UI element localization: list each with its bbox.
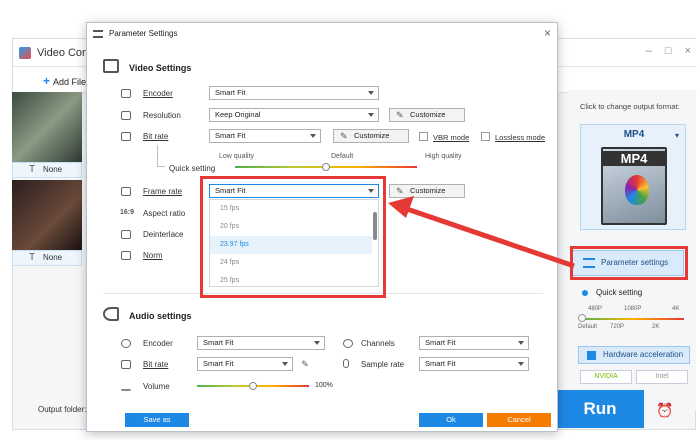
screenshot-root: Video Conv – □ × + Add File T None T None…: [0, 0, 700, 440]
annotation-arrow: [388, 196, 575, 269]
arrow-shaft: [403, 205, 575, 269]
arrow-head: [388, 196, 414, 218]
